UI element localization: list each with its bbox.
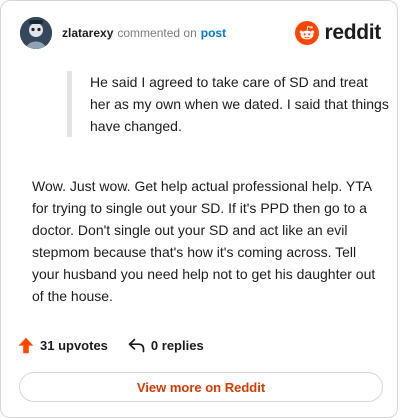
upvotes-count: 31 upvotes xyxy=(40,338,108,353)
post-link[interactable]: post xyxy=(201,26,226,40)
byline: zlatarexy commented on post xyxy=(62,26,226,40)
action-text: commented on xyxy=(117,26,197,40)
reddit-logo[interactable]: reddit xyxy=(295,21,381,45)
view-more-button[interactable]: View more on Reddit xyxy=(19,372,383,402)
reddit-wordmark: reddit xyxy=(324,21,381,44)
upvote-arrow-icon xyxy=(18,337,34,354)
username-link[interactable]: zlatarexy xyxy=(62,26,113,40)
upvote-button[interactable]: 31 upvotes xyxy=(18,337,108,354)
comment-paragraph: Wow. Just wow. Get help actual professio… xyxy=(32,178,376,304)
reply-button[interactable]: 0 replies xyxy=(128,338,204,353)
quote-paragraph: He said I agreed to take care of SD and … xyxy=(90,74,389,134)
avatar-icon xyxy=(20,17,52,49)
replies-count: 0 replies xyxy=(150,338,204,353)
reply-arrow-icon xyxy=(128,338,145,353)
reddit-snoo-icon xyxy=(295,21,320,45)
comment-header: zlatarexy commented on post reddit xyxy=(20,15,381,51)
comment-embed-card: zlatarexy commented on post reddit He sa… xyxy=(0,0,398,418)
user-avatar[interactable] xyxy=(20,17,52,49)
comment-actions: 31 upvotes 0 replies xyxy=(18,337,204,354)
quoted-text: He said I agreed to take care of SD and … xyxy=(67,71,390,137)
comment-body: Wow. Just wow. Get help actual professio… xyxy=(32,175,377,307)
